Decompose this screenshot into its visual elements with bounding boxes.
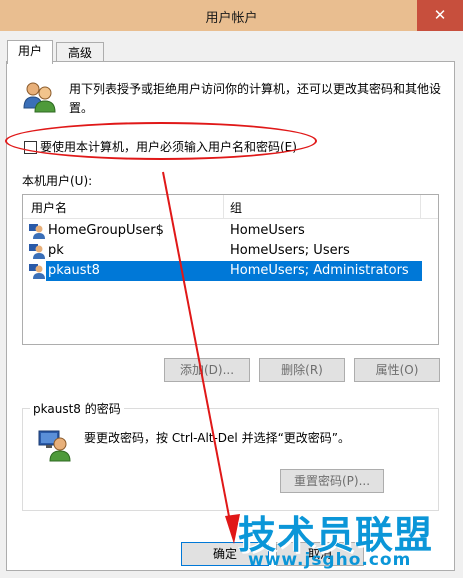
close-button[interactable]: ✕ — [417, 0, 463, 31]
require-login-label[interactable]: 要使用本计算机，用户必须输入用户名和密码(E) — [40, 138, 297, 155]
user-name: pk — [48, 243, 64, 258]
window-title: 用户帐户 — [205, 11, 258, 26]
description-text: 用下列表授予或拒绝用户访问你的计算机，还可以更改其密码和其他设置。 — [69, 82, 442, 115]
user-group: HomeUsers — [230, 223, 305, 238]
tab-users[interactable]: 用户 — [7, 40, 53, 64]
table-row[interactable]: pkaust8 HomeUsers; Administrators — [27, 261, 422, 281]
remove-user-button[interactable]: 删除(R) — [259, 358, 345, 382]
table-row[interactable]: HomeGroupUser$ HomeUsers — [27, 221, 422, 241]
user-icon — [29, 224, 45, 239]
password-instruction: 要更改密码，按 Ctrl-Alt-Del 并选择“更改密码”。 — [84, 431, 351, 445]
title-bar: 用户帐户 ✕ — [0, 0, 463, 31]
table-row[interactable]: pk HomeUsers; Users — [27, 241, 422, 261]
watermark-url: www.jsgho.com — [248, 550, 412, 570]
column-separator — [223, 195, 224, 218]
user-list[interactable]: 用户名 组 HomeGroupUser$ HomeUsers pk HomeUs… — [22, 194, 439, 345]
user-name: pkaust8 — [48, 263, 100, 278]
watermark: 技术员联盟 www.jsgho.com — [228, 504, 456, 574]
add-user-button[interactable]: 添加(D)... — [164, 358, 250, 382]
password-group-title: pkaust8 的密码 — [30, 400, 124, 417]
user-list-label: 本机用户(U): — [22, 174, 93, 188]
user-group: HomeUsers; Users — [230, 243, 350, 258]
properties-button[interactable]: 属性(O) — [354, 358, 440, 382]
user-name: HomeGroupUser$ — [48, 223, 164, 238]
require-login-checkbox[interactable] — [24, 141, 37, 154]
list-header: 用户名 组 — [23, 195, 438, 219]
password-groupbox — [22, 408, 439, 511]
column-separator — [420, 195, 421, 218]
user-icon — [29, 244, 45, 259]
reset-password-button[interactable]: 重置密码(P)... — [280, 469, 384, 493]
column-header-name[interactable]: 用户名 — [31, 199, 67, 216]
users-group-icon — [23, 82, 56, 113]
column-header-group[interactable]: 组 — [230, 199, 242, 216]
user-icon — [29, 264, 45, 279]
close-icon: ✕ — [433, 6, 447, 24]
computer-user-icon — [38, 430, 71, 462]
user-group: HomeUsers; Administrators — [230, 263, 409, 278]
